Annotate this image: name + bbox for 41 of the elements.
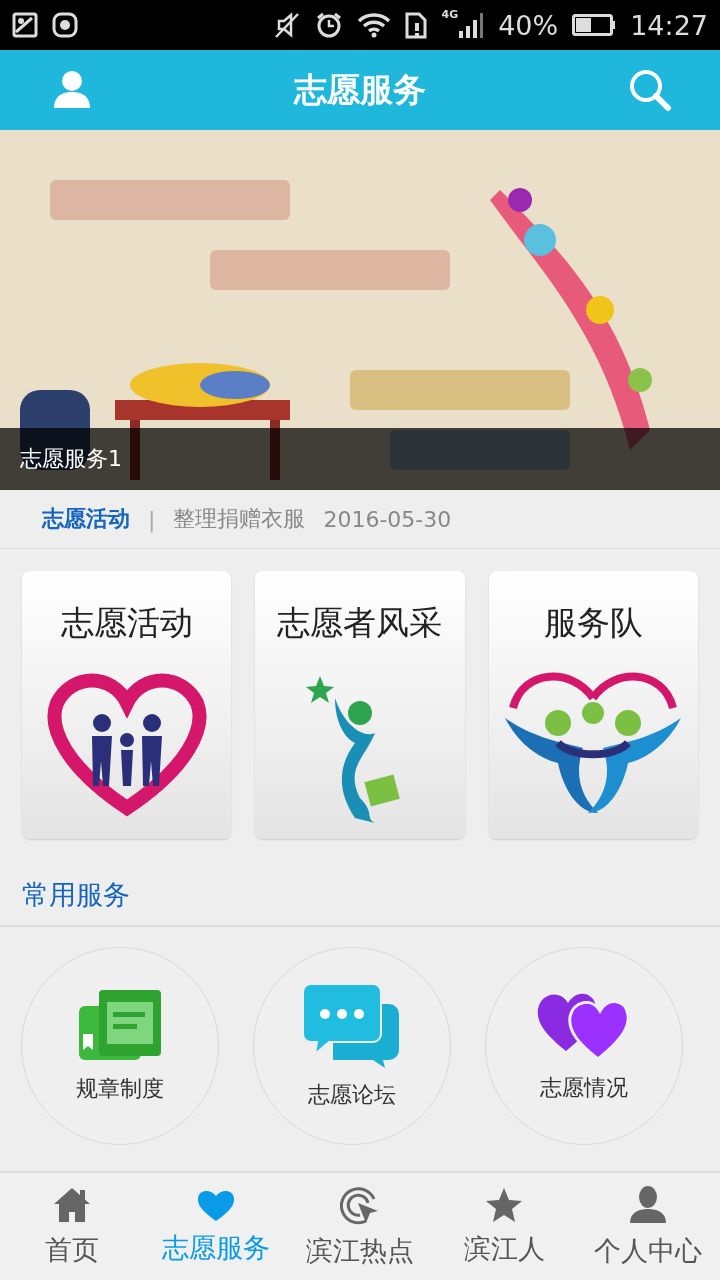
feature-card[interactable]: 志愿者风采 [255,571,465,839]
cursor-circle-icon [340,1184,380,1225]
search-icon[interactable] [628,68,672,112]
service-button[interactable]: 规章制度 [21,947,219,1145]
service-button[interactable]: 志愿情况 [485,947,683,1145]
clock-time: 14:27 [630,9,708,41]
service-button[interactable]: 志愿论坛 [253,947,451,1145]
service-label: 志愿情况 [540,1074,628,1102]
nav-tab[interactable]: 滨江热点 [288,1173,432,1280]
sim-card-icon [405,11,428,39]
profile-icon[interactable] [52,70,92,110]
card-title: 志愿活动 [60,602,193,644]
star-icon [485,1186,523,1223]
feature-card[interactable]: 志愿活动 [22,571,232,839]
nav-tab[interactable]: 滨江人 [432,1173,576,1280]
screen-title: 志愿服务 [294,68,426,111]
wifi-icon [357,12,392,38]
section-heading: 常用服务 [22,879,130,910]
notice-date: 2016-05-30 [323,506,452,532]
feature-card[interactable]: 服务队 [488,571,698,839]
banner-caption: 志愿服务1 [20,445,122,473]
service-label: 志愿论坛 [308,1081,396,1109]
notice-category[interactable]: 志愿活动 [42,504,130,534]
separator-text: | [148,506,156,532]
battery-percentage: 40% [498,9,559,41]
signal-icon [458,11,485,39]
chat-bubbles-icon [303,982,401,1068]
app-notification-icon [52,12,78,38]
service-label: 规章制度 [76,1075,164,1103]
card-title: 服务队 [543,602,643,644]
battery-icon [572,13,617,37]
nav-tab[interactable]: 首页 [0,1173,144,1280]
home-icon [52,1185,92,1224]
alarm-icon [315,11,344,39]
network-type: 4G [441,8,459,21]
nav-tab[interactable]: 个人中心 [576,1173,720,1280]
person-icon [628,1184,668,1225]
book-icon [77,988,163,1062]
gallery-icon [12,12,38,38]
mute-icon [273,11,302,39]
card-title: 志愿者风采 [277,602,443,644]
